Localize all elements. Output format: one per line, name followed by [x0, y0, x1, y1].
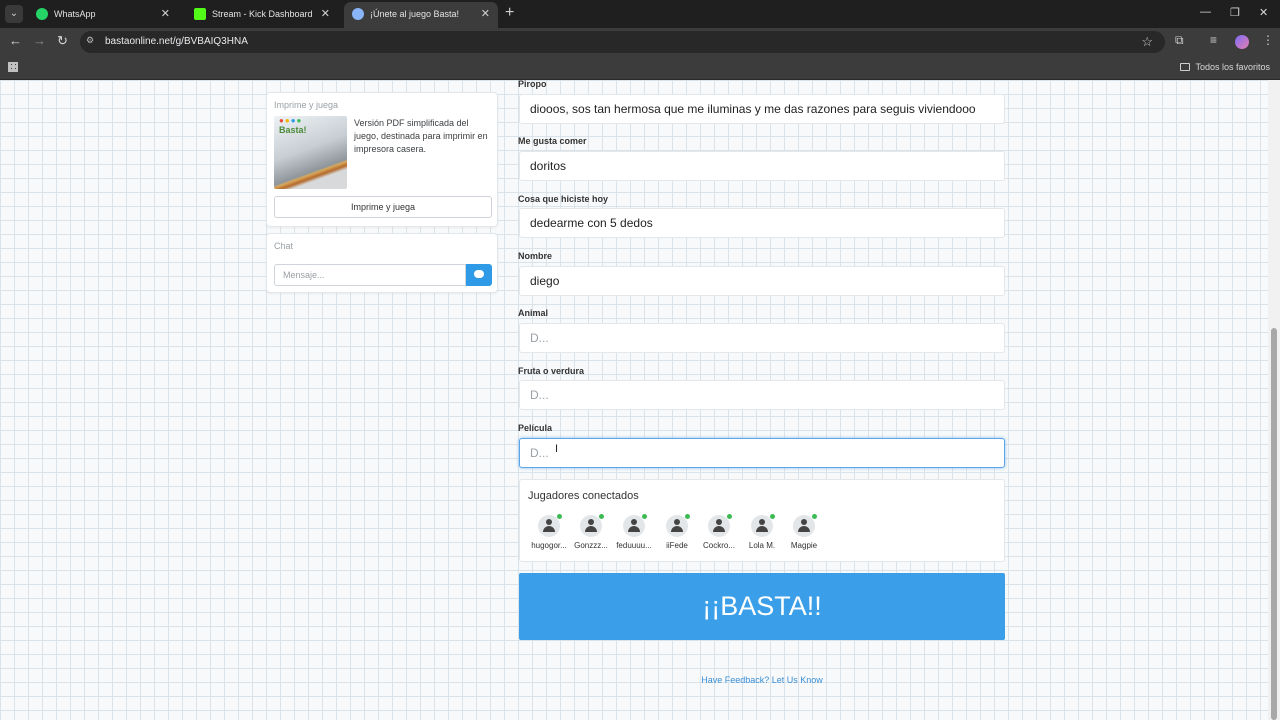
- tab-title: Stream - Kick Dashboard: [212, 9, 313, 19]
- page-scrollbar[interactable]: [1268, 80, 1280, 720]
- whatsapp-icon: [36, 8, 48, 20]
- online-indicator: [685, 514, 690, 519]
- minimize-icon[interactable]: —: [1200, 6, 1211, 18]
- user-avatar-icon: [708, 514, 732, 537]
- player-item[interactable]: Magpie: [781, 514, 827, 555]
- field-label-cosa-que-hiciste-hoy: Cosa que hiciste hoy: [518, 194, 609, 204]
- tab-whatsapp[interactable]: WhatsApp ✕: [28, 2, 178, 28]
- user-avatar-icon: [538, 514, 562, 537]
- player-item[interactable]: hugogor...: [526, 514, 572, 555]
- back-icon[interactable]: ←: [9, 33, 22, 48]
- print-card-title: Imprime y juega: [274, 100, 339, 110]
- url-text: bastaonline.net/g/BVBAIQ3HNA: [105, 36, 248, 47]
- user-avatar-icon: [580, 514, 604, 537]
- print-and-play-card: Imprime y juega ●●●● Basta! Versión PDF …: [266, 92, 498, 227]
- restore-icon[interactable]: ❐: [1230, 6, 1240, 19]
- player-name: Cockro...: [702, 541, 735, 550]
- send-message-button[interactable]: [466, 264, 492, 286]
- extensions-icon[interactable]: ⧉: [1175, 33, 1184, 48]
- players-title: Jugadores conectados: [528, 490, 639, 502]
- player-item[interactable]: Gonzzz...: [568, 514, 614, 555]
- text-cursor-icon: I: [555, 443, 559, 455]
- tab-basta[interactable]: ¡Únete al juego Basta! ✕: [344, 2, 498, 28]
- online-indicator: [812, 514, 817, 519]
- field-animal[interactable]: D...: [519, 323, 1005, 353]
- bookmark-star-icon[interactable]: ☆: [1141, 34, 1153, 50]
- window-close-icon[interactable]: ✕: [1259, 6, 1268, 19]
- player-name: Lola M.: [748, 541, 776, 550]
- logo-dots-icon: ●●●●: [279, 116, 303, 125]
- print-card-description: Versión PDF simplificada del juego, dest…: [354, 118, 488, 154]
- chat-message-input[interactable]: Mensaje...: [274, 264, 466, 286]
- field-label-pelicula: Película: [518, 423, 553, 433]
- forward-icon[interactable]: →: [33, 33, 46, 48]
- tab-title: WhatsApp: [54, 9, 96, 19]
- field-label-piropo: Piropo: [518, 80, 547, 89]
- site-info-icon[interactable]: ⚙: [86, 35, 98, 47]
- player-name: iiFede: [666, 541, 688, 550]
- user-avatar-icon: [666, 514, 690, 537]
- thumb-logo-text: Basta!: [279, 125, 307, 135]
- player-name: feduuuu...: [616, 541, 652, 550]
- online-indicator: [599, 514, 604, 519]
- field-cosa-que-hiciste-hoy[interactable]: dedearme con 5 dedos: [519, 208, 1005, 238]
- field-label-fruta-o-verdura: Fruta o verdura: [518, 366, 585, 376]
- player-name: Magpie: [790, 541, 818, 550]
- chat-card: Chat Mensaje...: [266, 233, 498, 293]
- close-icon[interactable]: ✕: [481, 7, 490, 20]
- all-bookmarks-button[interactable]: Todos los favoritos: [1180, 62, 1270, 72]
- connected-players-panel: Jugadores conectados hugogor... Gonzzz..…: [519, 479, 1005, 562]
- player-item[interactable]: iiFede: [654, 514, 700, 555]
- user-avatar-icon: [793, 514, 817, 537]
- basta-button[interactable]: ¡¡BASTA!!: [519, 573, 1005, 640]
- media-controls-icon[interactable]: ≡: [1210, 33, 1217, 47]
- field-label-nombre: Nombre: [518, 251, 553, 261]
- online-indicator: [770, 514, 775, 519]
- all-bookmarks-label: Todos los favoritos: [1195, 62, 1270, 72]
- chat-card-title: Chat: [274, 241, 294, 251]
- new-tab-button[interactable]: +: [505, 4, 514, 22]
- apps-grid-icon[interactable]: [8, 62, 18, 72]
- tab-kick-dashboard[interactable]: Stream - Kick Dashboard ✕: [186, 2, 338, 28]
- page-viewport: Imprime y juega ●●●● Basta! Versión PDF …: [0, 80, 1280, 720]
- print-preview-image: ●●●● Basta!: [274, 116, 347, 189]
- field-pelicula[interactable]: D...: [519, 438, 1005, 468]
- scrollbar-thumb[interactable]: [1271, 328, 1277, 720]
- reload-icon[interactable]: ↻: [57, 33, 68, 49]
- browser-toolbar: ← → ↻ ⚙ bastaonline.net/g/BVBAIQ3HNA ☆ ⧉…: [0, 28, 1280, 56]
- player-name: Gonzzz...: [574, 541, 608, 550]
- field-me-gusta-comer[interactable]: doritos: [519, 151, 1005, 181]
- folder-icon: [1180, 63, 1191, 71]
- profile-avatar-icon[interactable]: [1235, 35, 1249, 49]
- tab-search-button[interactable]: ⌄: [5, 5, 23, 23]
- player-item[interactable]: Lola M.: [739, 514, 785, 555]
- online-indicator: [642, 514, 647, 519]
- globe-icon: [352, 8, 364, 20]
- field-label-animal: Animal: [518, 308, 549, 318]
- field-nombre[interactable]: diego: [519, 266, 1005, 296]
- menu-kebab-icon[interactable]: ⋮: [1262, 33, 1274, 47]
- address-bar[interactable]: ⚙ bastaonline.net/g/BVBAIQ3HNA ☆: [80, 31, 1165, 53]
- user-avatar-icon: [751, 514, 775, 537]
- tab-title: ¡Únete al juego Basta!: [370, 9, 460, 19]
- kick-icon: [194, 8, 206, 20]
- user-avatar-icon: [623, 514, 647, 537]
- player-name: hugogor...: [531, 541, 567, 550]
- print-and-play-button[interactable]: Imprime y juega: [274, 196, 492, 218]
- field-label-me-gusta-comer: Me gusta comer: [518, 136, 587, 146]
- field-piropo[interactable]: diooos, sos tan hermosa que me iluminas …: [519, 94, 1005, 124]
- player-item[interactable]: feduuuu...: [611, 514, 657, 555]
- close-icon[interactable]: ✕: [161, 7, 170, 20]
- feedback-link[interactable]: Have Feedback? Let Us Know: [519, 675, 1005, 685]
- player-item[interactable]: Cockro...: [696, 514, 742, 555]
- bookmarks-bar: Todos los favoritos: [0, 56, 1280, 80]
- field-fruta-o-verdura[interactable]: D...: [519, 380, 1005, 410]
- close-icon[interactable]: ✕: [321, 7, 330, 20]
- online-indicator: [727, 514, 732, 519]
- online-indicator: [557, 514, 562, 519]
- browser-tab-bar: ⌄ WhatsApp ✕ Stream - Kick Dashboard ✕ ¡…: [0, 0, 1280, 28]
